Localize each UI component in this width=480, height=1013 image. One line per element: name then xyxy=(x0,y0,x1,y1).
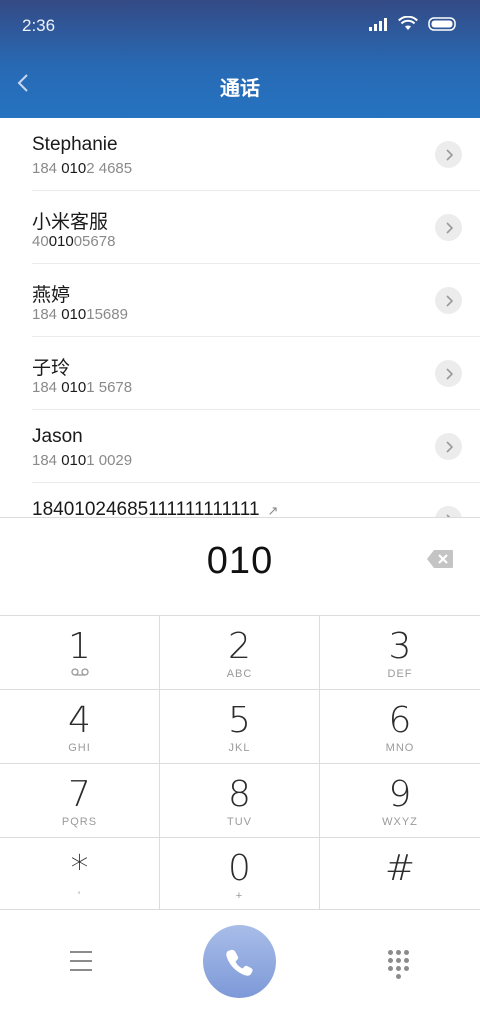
contact-name: 燕婷 xyxy=(32,285,71,306)
menu-button[interactable] xyxy=(68,948,94,974)
chevron-right-icon xyxy=(445,294,453,307)
key-7[interactable]: 7 PQRS xyxy=(0,764,160,838)
battery-icon xyxy=(428,16,456,31)
wifi-icon xyxy=(398,16,418,30)
contact-row[interactable]: 子玲 184 0101 5678 xyxy=(32,337,480,410)
key-2[interactable]: 2 ABC xyxy=(160,616,320,690)
chevron-right-icon xyxy=(445,367,453,380)
call-button[interactable] xyxy=(203,925,276,998)
contact-row[interactable]: 小米客服 4001005678 xyxy=(32,191,480,264)
status-icons xyxy=(368,16,458,31)
backspace-icon xyxy=(427,550,453,568)
contact-row[interactable]: Stephanie 184 0102 4685 xyxy=(32,118,480,191)
key-6[interactable]: 6 MNO xyxy=(320,690,480,764)
dialer-action-bar xyxy=(0,910,480,1013)
key-hash[interactable]: # xyxy=(320,838,480,911)
contact-details-button[interactable] xyxy=(435,433,462,460)
contact-number: 4001005678 xyxy=(32,233,116,250)
outgoing-call-icon: ↗ xyxy=(267,503,279,517)
key-0[interactable]: 0 + xyxy=(160,838,320,911)
voicemail-icon xyxy=(71,668,89,676)
contact-details-button[interactable] xyxy=(435,214,462,241)
dialpad: 1 2 ABC 3 DEF 4 GHI 5 JKL 6 MNO 7 PQRS 8… xyxy=(0,615,480,911)
chevron-right-icon xyxy=(445,148,453,161)
contact-number: 184 0101 0029 xyxy=(32,452,133,469)
recent-call-row[interactable]: 18401024685111111111111 ↗ xyxy=(32,483,480,517)
key-star[interactable]: * ' xyxy=(0,838,160,911)
contact-name: Stephanie xyxy=(32,134,118,155)
status-bar: 2:36 xyxy=(0,0,480,54)
page-title: 通话 xyxy=(220,78,260,100)
key-5[interactable]: 5 JKL xyxy=(160,690,320,764)
contact-name: Jason xyxy=(32,426,83,447)
contact-details-button[interactable] xyxy=(435,287,462,314)
key-1[interactable]: 1 xyxy=(0,616,160,690)
dialpad-icon xyxy=(387,950,393,955)
key-9[interactable]: 9 WXYZ xyxy=(320,764,480,838)
status-time: 2:36 xyxy=(22,16,56,35)
chevron-right-icon xyxy=(445,221,453,234)
contact-details-button[interactable] xyxy=(435,141,462,168)
chevron-right-icon xyxy=(445,440,453,453)
contact-row[interactable]: 燕婷 184 01015689 xyxy=(32,264,480,337)
recent-number: 18401024685111111111111 ↗ xyxy=(32,499,279,517)
key-3[interactable]: 3 DEF xyxy=(320,616,480,690)
dialed-number-area: 010 xyxy=(0,517,480,615)
menu-icon xyxy=(70,951,92,953)
key-4[interactable]: 4 GHI xyxy=(0,690,160,764)
dialpad-toggle-button[interactable] xyxy=(387,950,409,979)
contact-name: 子玲 xyxy=(32,358,71,379)
contact-details-button[interactable] xyxy=(435,360,462,387)
app-header: 2:36 通话 xyxy=(0,0,480,118)
key-8[interactable]: 8 TUV xyxy=(160,764,320,838)
contact-details-button[interactable] xyxy=(435,506,462,517)
matched-contacts-list[interactable]: Stephanie 184 0102 4685 小米客服 4001005678 … xyxy=(0,118,480,517)
contact-number: 184 01015689 xyxy=(32,306,128,323)
backspace-button[interactable] xyxy=(426,549,454,569)
contact-name: 小米客服 xyxy=(32,212,109,233)
contact-number: 184 0101 5678 xyxy=(32,379,133,396)
contact-number: 184 0102 4685 xyxy=(32,160,133,177)
phone-icon xyxy=(225,949,253,976)
signal-icon xyxy=(369,17,387,31)
dialed-number: 010 xyxy=(206,540,274,582)
contact-row[interactable]: Jason 184 0101 0029 xyxy=(32,410,480,483)
